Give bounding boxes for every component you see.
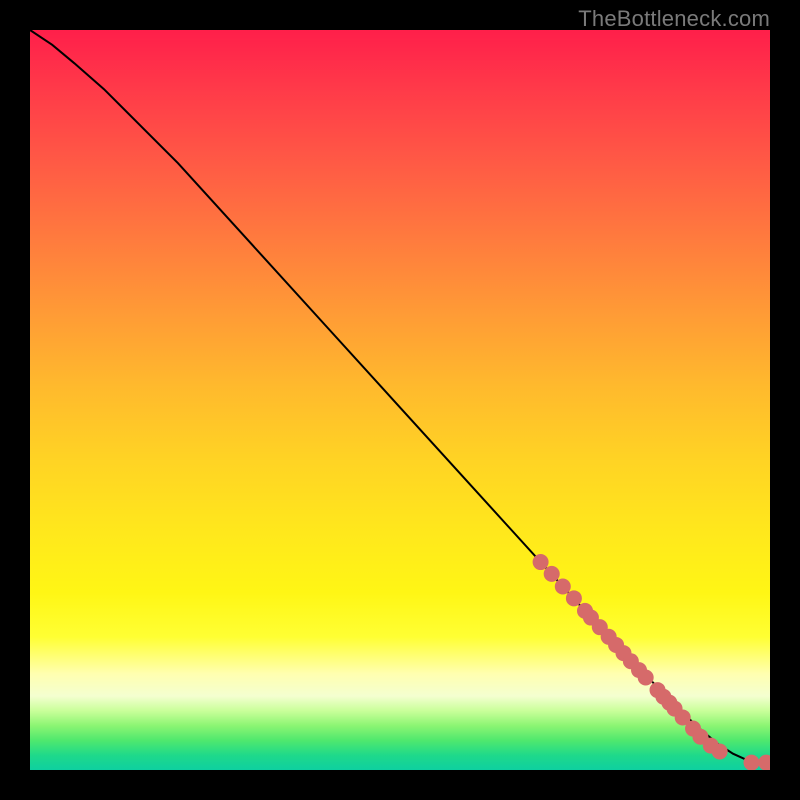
sample-point — [555, 578, 571, 594]
sample-points-group — [533, 554, 770, 770]
chart-frame: TheBottleneck.com — [0, 0, 800, 800]
sample-point — [566, 590, 582, 606]
bottleneck-curve — [30, 30, 770, 763]
chart-overlay — [30, 30, 770, 770]
sample-point — [638, 670, 654, 686]
watermark-text: TheBottleneck.com — [578, 6, 770, 32]
sample-point — [544, 566, 560, 582]
sample-point — [744, 755, 760, 770]
sample-point — [712, 744, 728, 760]
plot-area — [30, 30, 770, 770]
sample-point — [758, 755, 770, 770]
sample-point — [533, 554, 549, 570]
